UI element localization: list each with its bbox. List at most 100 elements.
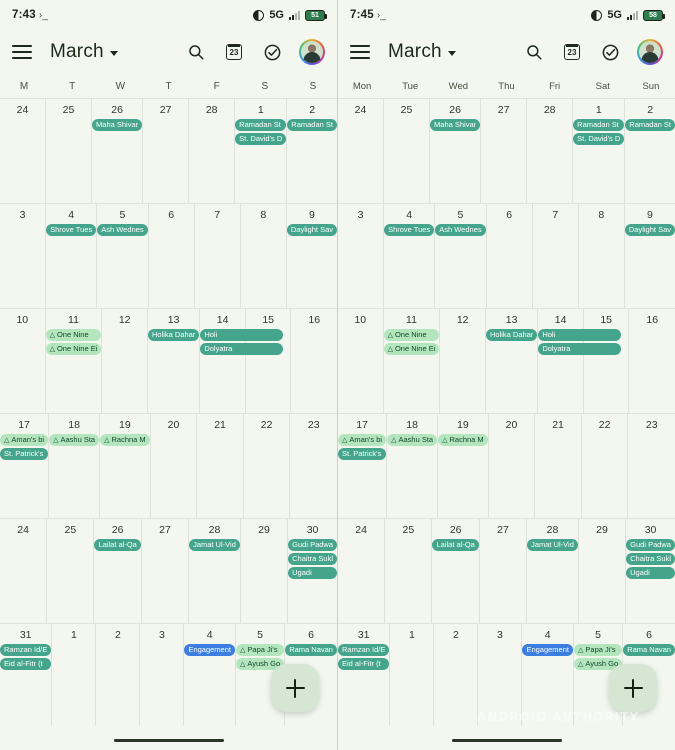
event-chip[interactable]: Jamat Ul-Vid <box>527 539 578 551</box>
calendar-day-cell[interactable]: 18 △ Aashu Sta <box>49 414 101 518</box>
event-chip[interactable]: Engagement <box>522 644 573 656</box>
calendar-day-cell[interactable]: 10 <box>338 309 384 413</box>
event-chip[interactable]: Gudi Padwa <box>288 539 337 551</box>
calendar-day-cell[interactable]: 4 Engagement <box>184 624 236 731</box>
event-chip[interactable]: Rama Navan <box>285 644 337 656</box>
calendar-day-cell[interactable]: 5 Ash Wednes <box>97 204 149 308</box>
calendar-day-cell[interactable]: 4 Engagement <box>522 624 574 731</box>
calendar-day-cell[interactable]: 19 △ Rachna M <box>438 414 489 518</box>
calendar-day-cell[interactable]: 1 <box>52 624 97 731</box>
month-selector[interactable]: March <box>50 41 118 63</box>
event-chip[interactable]: Ramzan Id/E <box>338 644 390 656</box>
calendar-day-cell[interactable]: 31 Ramzan Id/E Eid al-Fitr (t <box>338 624 391 731</box>
event-chip[interactable]: Maha Shivar <box>92 119 143 131</box>
search-icon[interactable] <box>523 41 545 63</box>
calendar-day-cell[interactable]: 27 <box>143 99 190 203</box>
calendar-day-cell[interactable]: 21 <box>535 414 582 518</box>
event-chip[interactable]: Ramzan Id/E <box>0 644 52 656</box>
home-gesture-bar[interactable] <box>113 739 224 742</box>
event-chip[interactable]: △ Aman's bi <box>338 434 387 446</box>
event-chip[interactable]: △ Aashu Sta <box>387 434 438 446</box>
calendar-day-cell[interactable]: 27 <box>142 519 190 623</box>
calendar-day-cell[interactable]: 14 Holi Dolyatra <box>200 309 284 413</box>
event-chip[interactable]: Ash Wednes <box>435 224 486 236</box>
event-chip[interactable]: Lailat al-Qa <box>432 539 479 551</box>
calendar-day-cell[interactable]: 13 Holika Dahar <box>485 309 539 413</box>
event-chip[interactable]: Daylight Sav <box>624 224 675 236</box>
calendar-day-cell[interactable]: 19 △ Rachna M <box>100 414 151 518</box>
event-chip[interactable]: St. Patrick's <box>0 448 49 460</box>
check-circle-icon[interactable] <box>261 41 283 63</box>
calendar-day-cell[interactable]: 26 Maha Shivar <box>430 99 482 203</box>
calendar-day-cell[interactable]: 1 Ramadan St St. David's D <box>573 99 626 203</box>
calendar-day-cell[interactable]: 6 <box>149 204 195 308</box>
event-chip[interactable]: Eid al-Fitr (t <box>338 658 390 670</box>
calendar-day-cell[interactable]: 28 <box>189 99 236 203</box>
event-chip[interactable]: Jamat Ul-Vid <box>189 539 240 551</box>
calendar-day-cell[interactable]: 12 <box>102 309 148 413</box>
calendar-day-cell[interactable]: 10 <box>0 309 46 413</box>
menu-icon[interactable] <box>12 45 32 59</box>
calendar-day-cell[interactable]: 30 Gudi Padwa Chaitra Sukl Ugadi <box>626 519 675 623</box>
calendar-day-cell[interactable]: 28 Jamat Ul-Vid <box>527 519 579 623</box>
calendar-day-cell[interactable]: 17 △ Aman's bi St. Patrick's <box>338 414 388 518</box>
event-chip[interactable]: △ Papa Ji's <box>236 644 285 656</box>
event-chip[interactable]: St. Patrick's <box>338 448 387 460</box>
calendar-day-cell[interactable]: 25 <box>46 99 93 203</box>
event-chip[interactable]: St. David's D <box>573 133 625 145</box>
calendar-day-cell[interactable]: 22 <box>582 414 629 518</box>
calendar-day-cell[interactable]: 13 Holika Dahar <box>147 309 201 413</box>
event-chip[interactable]: Rama Navan <box>623 644 675 656</box>
calendar-day-cell[interactable]: 20 <box>489 414 536 518</box>
search-icon[interactable] <box>185 41 207 63</box>
event-chip[interactable]: Chaitra Sukl <box>288 553 337 565</box>
calendar-day-cell[interactable]: 2 Ramadan St <box>287 99 337 203</box>
today-calendar-icon[interactable]: 23 <box>561 41 583 63</box>
calendar-day-cell[interactable]: 25 <box>47 519 95 623</box>
event-chip[interactable]: Chaitra Sukl <box>626 553 675 565</box>
calendar-day-cell[interactable]: 15 <box>584 309 630 413</box>
month-selector[interactable]: March <box>388 41 456 63</box>
event-chip[interactable]: Lailat al-Qa <box>94 539 141 551</box>
event-chip[interactable]: Daylight Sav <box>286 224 337 236</box>
event-chip[interactable]: Shrove Tues <box>384 224 435 236</box>
event-chip[interactable]: Holika Dahar <box>147 329 200 341</box>
calendar-day-cell[interactable]: 24 <box>338 519 386 623</box>
event-chip[interactable]: △ Aashu Sta <box>49 434 100 446</box>
event-chip[interactable]: Eid al-Fitr (t <box>0 658 52 670</box>
calendar-day-cell[interactable]: 27 <box>480 519 528 623</box>
event-chip[interactable]: Ramadan St <box>287 119 337 131</box>
calendar-day-cell[interactable]: 4 Shrove Tues <box>384 204 436 308</box>
calendar-day-cell[interactable]: 3 <box>0 204 47 308</box>
event-chip[interactable]: Holika Dahar <box>485 329 538 341</box>
event-chip[interactable]: Engagement <box>184 644 235 656</box>
calendar-day-cell[interactable]: 30 Gudi Padwa Chaitra Sukl Ugadi <box>288 519 337 623</box>
calendar-day-cell[interactable]: 7 <box>533 204 579 308</box>
calendar-day-cell[interactable]: 11 △ One Nine △ One Nine Ei <box>45 309 103 413</box>
event-chip[interactable]: Gudi Padwa <box>626 539 675 551</box>
event-chip[interactable]: Ramadan St <box>625 119 675 131</box>
calendar-day-cell[interactable]: 24 <box>0 519 48 623</box>
calendar-day-cell[interactable]: 3 <box>478 624 523 731</box>
calendar-day-cell[interactable]: 9 Daylight Sav <box>286 204 337 308</box>
calendar-day-cell[interactable]: 15 <box>246 309 292 413</box>
event-chip[interactable]: △ Aman's bi <box>0 434 49 446</box>
event-chip[interactable]: Maha Shivar <box>430 119 481 131</box>
event-chip[interactable]: Ugadi <box>288 567 337 579</box>
calendar-day-cell[interactable]: 2 <box>96 624 141 731</box>
calendar-day-cell[interactable]: 2 <box>434 624 479 731</box>
calendar-day-cell[interactable]: 21 <box>197 414 244 518</box>
calendar-day-cell[interactable]: 24 <box>338 99 385 203</box>
calendar-day-cell[interactable]: 29 <box>241 519 289 623</box>
calendar-day-cell[interactable]: 24 <box>0 99 47 203</box>
calendar-day-cell[interactable]: 17 △ Aman's bi St. Patrick's <box>0 414 50 518</box>
calendar-day-cell[interactable]: 26 Lailat al-Qa <box>432 519 480 623</box>
calendar-day-cell[interactable]: 1 <box>390 624 435 731</box>
event-chip[interactable]: △ Papa Ji's <box>574 644 623 656</box>
event-chip[interactable]: Dolyatra <box>200 343 284 355</box>
today-calendar-icon[interactable]: 23 <box>223 41 245 63</box>
calendar-day-cell[interactable]: 26 Lailat al-Qa <box>94 519 142 623</box>
event-chip[interactable]: Holi <box>538 329 622 341</box>
calendar-day-cell[interactable]: 20 <box>151 414 198 518</box>
calendar-day-cell[interactable]: 23 <box>290 414 337 518</box>
